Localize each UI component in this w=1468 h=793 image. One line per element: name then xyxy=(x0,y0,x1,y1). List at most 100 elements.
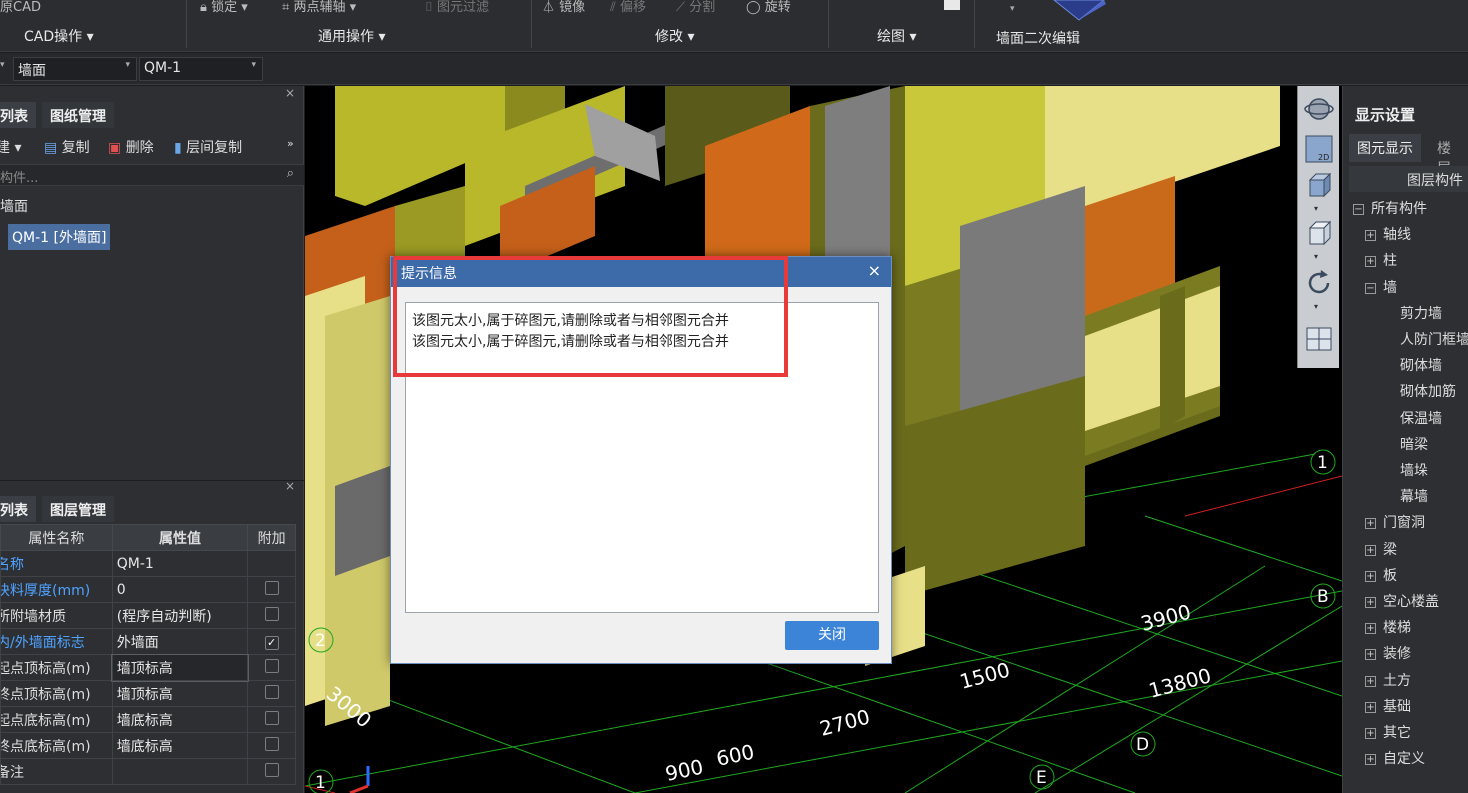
tab-floor-display[interactable]: 楼层 xyxy=(1429,134,1468,177)
collapse-icon[interactable]: − xyxy=(1365,282,1376,294)
layout-icon[interactable] xyxy=(1304,324,1334,354)
layer-tree-item[interactable]: 剪力墙 xyxy=(1400,303,1442,323)
layer-tree-item[interactable]: + 其它 xyxy=(1365,722,1411,742)
layer-tree-item[interactable]: − 所有构件 xyxy=(1353,198,1427,218)
close-button[interactable]: 关闭 xyxy=(785,621,879,650)
layer-tree-item[interactable]: 墙垛 xyxy=(1400,460,1428,480)
layer-tree-item[interactable]: + 轴线 xyxy=(1365,224,1411,244)
search-input[interactable]: 构件... ⌕ xyxy=(0,164,304,186)
two-point-axis-button[interactable]: ⌗ 两点辅轴 ▾ xyxy=(282,0,356,15)
table-row[interactable]: 起点底标高(m) 墙底标高 xyxy=(0,706,296,733)
tab-element-display[interactable]: 图元显示 xyxy=(1349,134,1421,162)
layer-tree-item[interactable]: + 空心楼盖 xyxy=(1365,591,1439,611)
layer-tree-item[interactable]: + 土方 xyxy=(1365,670,1411,690)
orbit-icon[interactable] xyxy=(1304,94,1334,124)
wall-secondary-edit-icon[interactable] xyxy=(1046,0,1112,22)
extra-checkbox[interactable] xyxy=(264,762,279,777)
table-row[interactable]: 备注 xyxy=(0,758,296,785)
table-row[interactable]: 起点顶标高(m) 墙顶标高 xyxy=(0,653,296,682)
layer-tree-item[interactable]: 暗梁 xyxy=(1400,434,1428,454)
close-icon[interactable]: × xyxy=(285,479,295,493)
offset-button[interactable]: ⫽ 偏移 xyxy=(610,0,646,15)
new-button[interactable]: 建 ▾ xyxy=(0,137,21,157)
layer-tree-item[interactable]: 保温墙 xyxy=(1400,408,1442,428)
table-row[interactable]: 块料厚度(mm) 0 xyxy=(0,576,296,603)
modify-group[interactable]: 修改 ▾ xyxy=(655,26,694,46)
extra-checkbox[interactable] xyxy=(264,580,279,595)
layer-tree-item[interactable]: + 门窗洞 xyxy=(1365,512,1425,532)
table-row[interactable]: 名称QM-1 xyxy=(0,550,296,577)
property-value[interactable]: QM-1 xyxy=(111,550,249,577)
table-row[interactable]: 所附墙材质 (程序自动判断) xyxy=(0,602,296,629)
general-ops-group[interactable]: 通用操作 ▾ xyxy=(318,26,385,46)
chevron-down-icon[interactable]: ▾ xyxy=(0,60,5,70)
layer-tree-item[interactable]: + 自定义 xyxy=(1365,748,1425,768)
tab-property-list[interactable]: 列表 xyxy=(0,496,36,522)
layer-tree-item[interactable]: + 装修 xyxy=(1365,643,1411,663)
property-value[interactable]: 0 xyxy=(111,576,249,603)
property-value[interactable]: 墙顶标高 xyxy=(111,653,249,682)
3d-view-icon[interactable] xyxy=(1304,170,1334,200)
layer-tree-item[interactable]: + 板 xyxy=(1365,565,1397,585)
tree-item-qm1[interactable]: QM-1 [外墙面] xyxy=(8,224,111,250)
expand-icon[interactable]: + xyxy=(1365,754,1376,766)
chevron-down-icon[interactable]: ▾ xyxy=(1314,302,1318,311)
layer-tree-item[interactable]: + 梁 xyxy=(1365,539,1397,559)
draw-tool-icon[interactable] xyxy=(944,0,960,10)
tree-root-wall-face[interactable]: 墙面 xyxy=(0,196,28,216)
cad-ops-group[interactable]: CAD操作 ▾ xyxy=(24,26,94,46)
layer-tree-item[interactable]: 幕墙 xyxy=(1400,486,1428,506)
property-value[interactable]: (程序自动判断) xyxy=(111,602,249,629)
expand-icon[interactable]: + xyxy=(1365,597,1376,608)
2d-view-icon[interactable]: 2D xyxy=(1304,134,1334,164)
wall-secondary-edit-group[interactable]: 墙面二次编辑 xyxy=(996,28,1080,48)
property-value[interactable] xyxy=(111,758,249,785)
filter-button[interactable]: ⌷ 图元过滤 xyxy=(425,0,489,15)
expand-icon[interactable]: + xyxy=(1365,518,1376,530)
draw-group[interactable]: 绘图 ▾ xyxy=(877,26,916,46)
expand-icon[interactable]: + xyxy=(1365,649,1376,661)
category-select[interactable]: 墙面 ▾ xyxy=(13,57,137,81)
close-icon[interactable]: × xyxy=(868,261,881,280)
extra-checkbox[interactable] xyxy=(264,658,279,673)
floor-copy-button[interactable]: ▮ 层间复制 xyxy=(174,137,242,157)
layer-tree-item[interactable]: − 墙 xyxy=(1365,277,1397,297)
expand-icon[interactable]: + xyxy=(1365,230,1376,242)
extra-checkbox[interactable] xyxy=(264,606,279,621)
expand-icon[interactable]: + xyxy=(1365,675,1376,687)
extra-checkbox[interactable] xyxy=(264,736,279,751)
box-view-icon[interactable] xyxy=(1304,218,1334,248)
mirror-button[interactable]: ⏃ 镜像 xyxy=(542,0,585,15)
expand-icon[interactable]: + xyxy=(1365,544,1376,556)
expand-icon[interactable]: + xyxy=(1365,728,1376,739)
tab-component-list[interactable]: 列表 xyxy=(0,102,36,128)
layer-tree-item[interactable]: 砌体墙 xyxy=(1400,355,1442,375)
table-row[interactable]: 终点顶标高(m) 墙顶标高 xyxy=(0,680,296,707)
extra-checkbox[interactable] xyxy=(264,684,279,699)
rotate-button[interactable]: ◯ 旋转 xyxy=(746,0,791,15)
dropdown-arrow-icon[interactable]: ▾ xyxy=(1010,4,1015,14)
tab-drawing-management[interactable]: 图纸管理 xyxy=(42,102,114,128)
chevron-down-icon[interactable]: ▾ xyxy=(1314,252,1318,261)
more-icon[interactable]: » xyxy=(287,137,294,150)
expand-icon[interactable]: + xyxy=(1365,256,1376,268)
expand-icon[interactable]: + xyxy=(1365,623,1376,635)
delete-button[interactable]: ▣ 删除 xyxy=(108,137,154,157)
chevron-down-icon[interactable]: ▾ xyxy=(1314,204,1318,213)
property-value[interactable]: 墙底标高 xyxy=(111,732,249,759)
extra-checkbox[interactable]: ✓ xyxy=(264,635,279,650)
collapse-icon[interactable]: − xyxy=(1353,204,1364,215)
expand-icon[interactable]: + xyxy=(1365,570,1376,582)
table-row[interactable]: 终点底标高(m) 墙底标高 xyxy=(0,732,296,759)
lock-button[interactable]: 🔒︎ 锁定 ▾ xyxy=(200,0,248,15)
search-icon[interactable]: ⌕ xyxy=(287,166,294,181)
layer-tree-item[interactable]: 人防门框墙 xyxy=(1400,329,1468,349)
copy-button[interactable]: ▤ 复制 xyxy=(44,137,90,157)
component-select[interactable]: QM-1 ▾ xyxy=(139,57,263,81)
expand-icon[interactable]: + xyxy=(1365,701,1376,713)
property-value[interactable]: 墙底标高 xyxy=(111,706,249,733)
layer-tree-item[interactable]: 砌体加筋 xyxy=(1400,381,1456,401)
property-value[interactable]: 墙顶标高 xyxy=(111,680,249,707)
layer-tree-item[interactable]: + 楼梯 xyxy=(1365,617,1411,637)
layer-tree-item[interactable]: + 基础 xyxy=(1365,696,1411,716)
